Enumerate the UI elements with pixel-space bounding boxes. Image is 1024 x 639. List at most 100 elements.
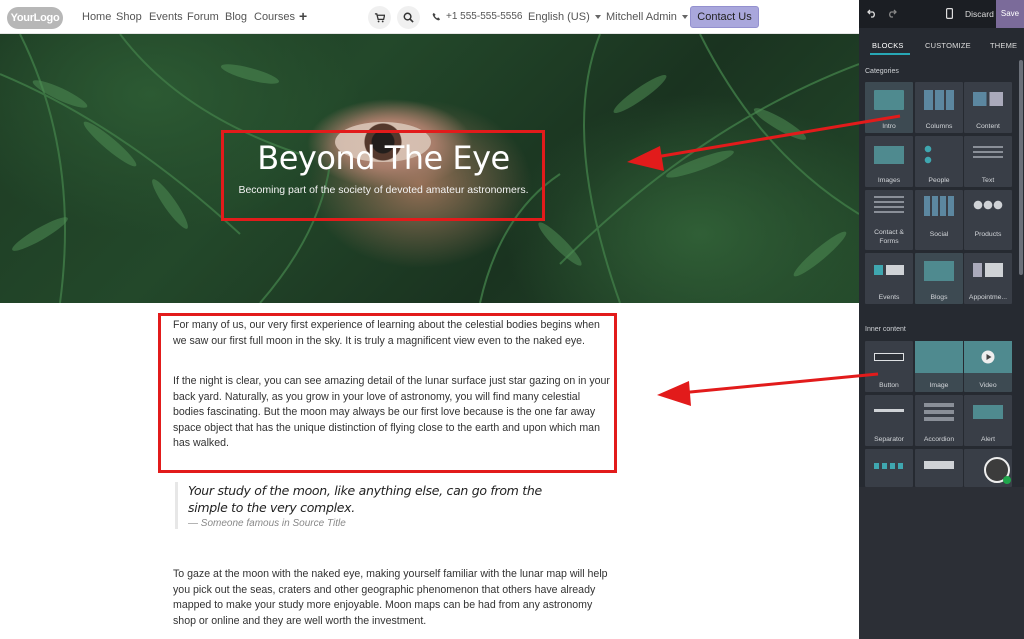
block-label: Blogs — [930, 294, 948, 301]
accordion-thumbnail — [924, 403, 954, 423]
block-label: People — [928, 177, 950, 184]
inner-image[interactable]: Image — [915, 341, 963, 392]
block-label: Images — [877, 177, 901, 184]
block-label: Accordion — [923, 436, 955, 443]
user-menu[interactable]: Mitchell Admin — [606, 11, 688, 23]
block-events[interactable]: Events — [865, 253, 913, 304]
search-button[interactable] — [397, 6, 420, 29]
tab-customize[interactable]: CUSTOMIZE — [925, 41, 971, 50]
menu-item-events[interactable]: Events — [149, 11, 183, 23]
cart-icon — [374, 13, 385, 23]
block-people[interactable]: People — [915, 136, 963, 187]
chevron-down-icon — [681, 15, 688, 20]
language-label: English (US) — [528, 11, 590, 23]
block-contact-forms[interactable]: Contact & Forms — [865, 190, 913, 250]
block-appointments[interactable]: Appointme... — [964, 253, 1012, 304]
menu-item-home[interactable]: Home — [82, 11, 111, 23]
phone-icon — [432, 12, 441, 21]
panel-empty-area — [859, 487, 1024, 639]
paragraph-2[interactable]: If the night is clear, you can see amazi… — [173, 374, 611, 452]
content-thumbnail — [973, 92, 1003, 106]
cart-button[interactable] — [368, 6, 391, 29]
text-thumbnail — [973, 146, 1003, 160]
social-thumbnail — [924, 196, 954, 216]
block-label: Content — [976, 123, 1000, 130]
menu-item-forum[interactable]: Forum — [187, 11, 219, 23]
tab-theme[interactable]: THEME — [990, 41, 1017, 50]
block-blogs[interactable]: Blogs — [915, 253, 963, 304]
image-thumbnail — [915, 341, 963, 373]
inner-video[interactable]: Video — [964, 341, 1012, 392]
appointments-thumbnail — [973, 263, 1003, 277]
tab-blocks[interactable]: BLOCKS — [872, 41, 904, 50]
inner-content-heading: Inner content — [865, 326, 906, 333]
block-label: Button — [879, 382, 899, 389]
block-label: Contact & Forms — [874, 229, 904, 245]
paragraph-3[interactable]: To gaze at the moon with the naked eye, … — [173, 567, 611, 629]
inner-card[interactable] — [915, 449, 963, 487]
search-icon — [403, 12, 414, 23]
block-text[interactable]: Text — [964, 136, 1012, 187]
discard-button[interactable]: Discard — [965, 9, 994, 19]
inner-button[interactable]: Button — [865, 341, 913, 392]
block-products[interactable]: Products — [964, 190, 1012, 250]
editor-sidebar: Discard Save BLOCKS CUSTOMIZE THEME Cate… — [859, 0, 1024, 639]
inner-rating[interactable] — [865, 449, 913, 487]
button-thumbnail — [874, 353, 904, 361]
alert-thumbnail — [973, 405, 1003, 419]
block-label: Alert — [981, 436, 995, 443]
block-label: Events — [878, 294, 900, 301]
block-label: Products — [974, 231, 1002, 238]
quote-citation: — Someone famous in Source Title — [188, 518, 346, 529]
card-thumbnail — [924, 461, 954, 469]
user-name: Mitchell Admin — [606, 11, 677, 23]
chevron-down-icon — [594, 15, 601, 20]
inner-accordion[interactable]: Accordion — [915, 395, 963, 446]
menu-item-blog[interactable]: Blog — [225, 11, 247, 23]
block-social[interactable]: Social — [915, 190, 963, 250]
active-tab-indicator — [870, 53, 910, 55]
mobile-preview-icon[interactable] — [946, 8, 953, 19]
images-thumbnail — [874, 146, 904, 164]
arrow-line-text — [679, 372, 879, 395]
columns-thumbnail — [924, 90, 954, 110]
block-label: Columns — [925, 123, 953, 130]
undo-icon[interactable] — [867, 8, 877, 18]
paragraph-1[interactable]: For many of us, our very first experienc… — [173, 318, 611, 349]
categories-heading: Categories — [865, 68, 899, 75]
editor-toolbar: Discard Save — [859, 0, 1024, 28]
add-menu-plus-icon[interactable]: + — [299, 8, 307, 24]
block-content[interactable]: Content — [964, 82, 1012, 133]
block-label: Text — [981, 177, 995, 184]
arrow-head-text — [657, 381, 691, 406]
block-images[interactable]: Images — [865, 136, 913, 187]
contact-us-button[interactable]: Contact Us — [690, 6, 759, 28]
block-label: Video — [979, 382, 997, 389]
people-thumbnail — [924, 144, 954, 166]
block-intro[interactable]: Intro — [865, 82, 913, 133]
inner-separator[interactable]: Separator — [865, 395, 913, 446]
site-logo[interactable]: YourLogo — [7, 7, 63, 29]
inner-alert[interactable]: Alert — [964, 395, 1012, 446]
block-label: Social — [929, 231, 949, 238]
save-button[interactable]: Save — [996, 0, 1024, 28]
redo-icon[interactable] — [887, 8, 897, 18]
menu-item-courses[interactable]: Courses — [254, 11, 295, 23]
language-selector[interactable]: English (US) — [528, 11, 601, 23]
blockquote[interactable]: Your study of the moon, like anything el… — [175, 482, 575, 529]
rating-thumbnail — [874, 463, 904, 469]
blogs-thumbnail — [924, 261, 954, 281]
phone-number[interactable]: +1 555-555-5556 — [446, 11, 522, 22]
separator-thumbnail — [874, 409, 904, 412]
intro-thumbnail — [874, 90, 904, 110]
annotation-box-hero — [221, 130, 545, 221]
panel-scrollbar[interactable] — [1019, 60, 1023, 275]
events-thumbnail — [874, 265, 904, 275]
online-status-icon — [1003, 476, 1011, 484]
play-icon — [981, 350, 995, 364]
quote-text: Your study of the moon, like anything el… — [188, 483, 542, 515]
block-label: Separator — [874, 436, 904, 443]
menu-item-shop[interactable]: Shop — [116, 11, 142, 23]
top-navbar: YourLogo Home Shop Events Forum Blog Cou… — [0, 0, 859, 34]
block-columns[interactable]: Columns — [915, 82, 963, 133]
